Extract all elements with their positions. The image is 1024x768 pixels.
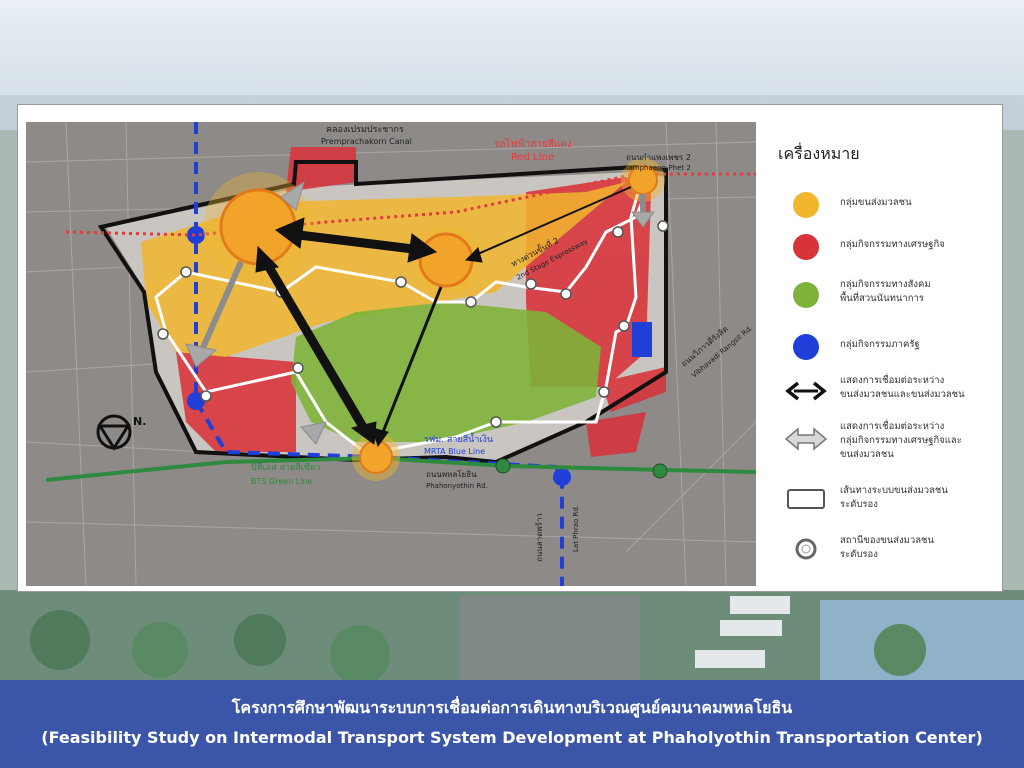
legend-label: กลุ่มกิจกรรมทางสังคม พื้นที่สวนนันทนาการ xyxy=(840,279,931,304)
legend-item-black-arrow: แสดงการเชื่อมต่อระหว่าง ขนส่งมวลชนและขนส… xyxy=(770,372,1000,412)
green-circle-icon xyxy=(793,282,819,308)
legend-title: เครื่องหมาย xyxy=(778,144,860,163)
north-label: N. xyxy=(133,415,146,428)
gray-double-arrow-icon xyxy=(784,427,828,451)
kamphaeng-label-en: Kamphaeng-Phet 2 xyxy=(624,164,691,172)
legend-label: แสดงการเชื่อมต่อระหว่าง กลุ่มกิจกรรมทางเ… xyxy=(840,421,962,460)
phahon-label-th: ถนนพหลโยธิน xyxy=(426,469,477,479)
legend-label: แสดงการเชื่อมต่อระหว่าง ขนส่งมวลชนและขนส… xyxy=(840,375,965,400)
phahon-label-en: Phahonyothin Rd. xyxy=(426,482,488,490)
legend-item-secondary-station: สถานีของขนส่งมวลชน ระดับรอง xyxy=(770,530,1000,570)
legend-item-government: กลุ่มกิจกรรมภาครัฐ xyxy=(770,328,1000,368)
canal-label-th: คลองเปรมประชากร xyxy=(326,125,404,135)
black-double-arrow-icon xyxy=(785,381,827,401)
legend-label: กลุ่มขนส่งมวลชน xyxy=(840,197,912,208)
legend-item-social: กลุ่มกิจกรรมทางสังคม พื้นที่สวนนันทนาการ xyxy=(770,276,1000,316)
legend-item-secondary-route: เส้นทางระบบขนส่งมวลชน ระดับรอง xyxy=(770,480,1000,520)
footer-title-th: โครงการศึกษาพัฒนาระบบการเชื่อมต่อการเดิน… xyxy=(231,698,793,717)
latphrao-label-en: Lat Phrao Rd. xyxy=(572,505,580,552)
red-line-label-th: รถไฟฟ้าสายสีแดง xyxy=(494,138,572,150)
mrt-label-en: MRTA Blue Line xyxy=(424,447,485,456)
kamphaeng-label-th: ถนนกำแพงเพชร 2 xyxy=(626,153,691,162)
map-svg: N. คลองเปรมประชากร Premprachakorn Canal … xyxy=(26,122,756,586)
legend-item-mass-transit: กลุ่มขนส่งมวลชน xyxy=(770,186,1000,226)
red-line-label-en: Red Line xyxy=(511,152,554,163)
legend-label: สถานีของขนส่งมวลชน ระดับรอง xyxy=(840,535,935,560)
legend-item-economic: กลุ่มกิจกรรมทางเศรษฐกิจ xyxy=(770,228,1000,268)
legend-item-gray-arrow: แสดงการเชื่อมต่อระหว่าง กลุ่มกิจกรรมทางเ… xyxy=(770,420,1000,460)
legend-label: เส้นทางระบบขนส่งมวลชน ระดับรอง xyxy=(840,485,948,510)
bts-label-en: BTS Green Line xyxy=(251,477,313,486)
rounded-rectangle-icon xyxy=(787,489,825,509)
map-legend: เครื่องหมาย กลุ่มขนส่งมวลชน กลุ่มกิจกรรม… xyxy=(770,140,1000,580)
red-circle-icon xyxy=(793,234,819,260)
legend-label: กลุ่มกิจกรรมภาครัฐ xyxy=(840,339,920,350)
blue-circle-icon xyxy=(793,334,819,360)
site-plan-map: N. คลองเปรมประชากร Premprachakorn Canal … xyxy=(26,122,756,586)
legend-label: กลุ่มกิจกรรมทางเศรษฐกิจ xyxy=(840,239,945,250)
canal-label-en: Premprachakorn Canal xyxy=(321,137,412,146)
latphrao-label-th: ถนนลาดพร้าว xyxy=(535,513,544,562)
yellow-circle-icon xyxy=(793,192,819,218)
bts-label-th: บีทีเอส สายสีเขียว xyxy=(251,462,320,473)
footer-title-en: (Feasibility Study on Intermodal Transpo… xyxy=(41,728,983,747)
station-ring-icon xyxy=(795,538,817,560)
footer-banner: โครงการศึกษาพัฒนาระบบการเชื่อมต่อการเดิน… xyxy=(0,680,1024,768)
